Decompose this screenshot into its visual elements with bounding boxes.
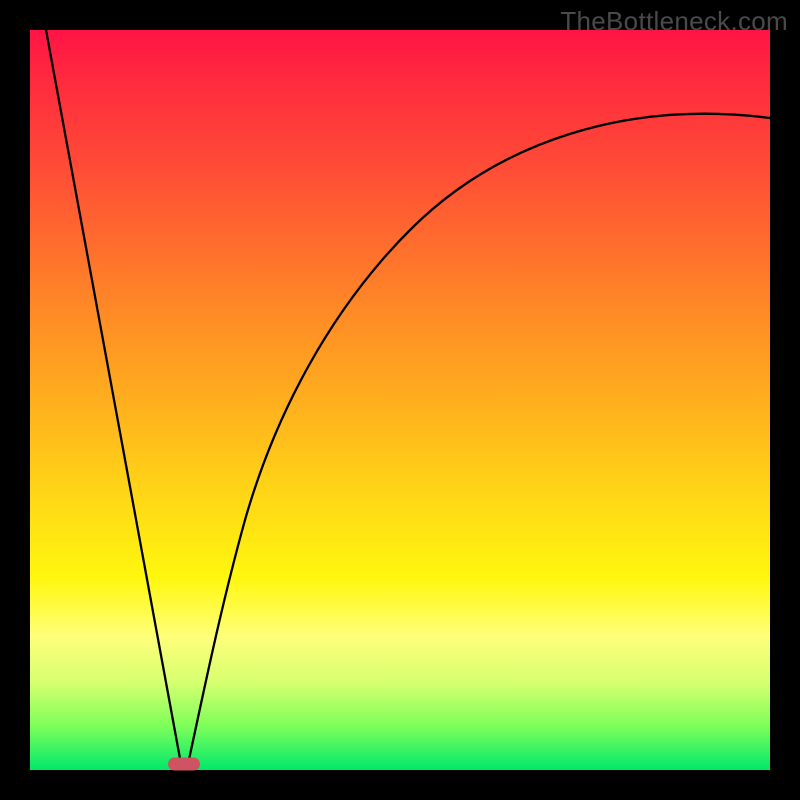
chart-frame: TheBottleneck.com	[0, 0, 800, 800]
curve-layer	[30, 30, 770, 770]
plot-area	[30, 30, 770, 770]
curve-left	[46, 30, 181, 764]
apex-marker	[168, 758, 200, 771]
curve-right	[188, 114, 770, 764]
watermark-text: TheBottleneck.com	[560, 6, 788, 37]
